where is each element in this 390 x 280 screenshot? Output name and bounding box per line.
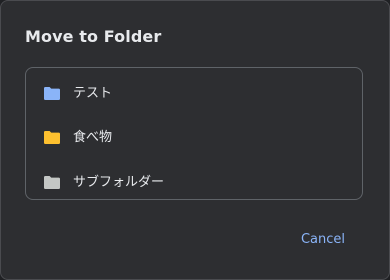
folder-label: テスト [73, 85, 113, 101]
move-to-folder-dialog: Move to Folder テスト 食べ物 サブフォルダー Cancel [0, 0, 390, 280]
folder-item-test[interactable]: テスト [44, 80, 112, 102]
folder-label: 食べ物 [73, 129, 113, 145]
folder-icon [44, 174, 60, 189]
dialog-title: Move to Folder [25, 27, 162, 46]
cancel-button[interactable]: Cancel [289, 227, 357, 251]
folder-label: サブフォルダー [73, 174, 165, 190]
folder-item-subfolder[interactable]: サブフォルダー [44, 169, 164, 191]
folder-icon [44, 129, 60, 144]
folder-icon [44, 85, 60, 100]
folder-list: テスト 食べ物 サブフォルダー [25, 67, 363, 200]
folder-item-food[interactable]: 食べ物 [44, 124, 112, 146]
